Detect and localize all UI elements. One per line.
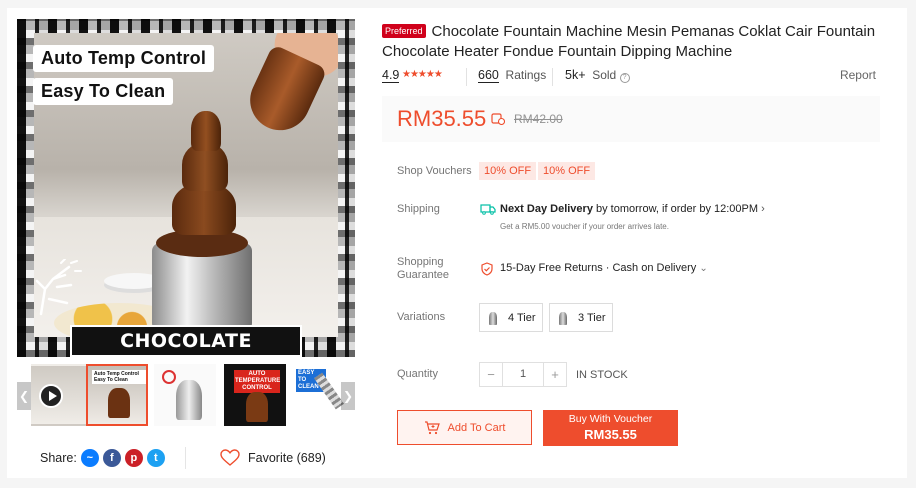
buy-with-voucher-button[interactable]: Buy With Voucher RM35.55 (543, 410, 678, 446)
label-guarantee: Shopping Guarantee (397, 256, 449, 281)
voucher-chip-2[interactable]: 10% OFF (538, 162, 596, 180)
share-row: Share: ~ f p t (40, 449, 165, 467)
snap-hand-icon (35, 259, 82, 316)
ratings-count[interactable]: 660 Ratings (478, 68, 546, 83)
add-to-cart-button[interactable]: Add To Cart (397, 410, 532, 445)
label-variations: Variations (397, 311, 446, 323)
divider (185, 447, 186, 469)
thumbnail-3[interactable]: AUTO TEMPERATURE CONTROL (224, 364, 286, 426)
thumbnail-video[interactable] (31, 364, 93, 426)
main-product-image[interactable]: Auto Temp Control Easy To Clean CHOCOLAT… (17, 19, 355, 357)
product-title: Preferred Chocolate Fountain Machine Mesi… (382, 22, 892, 62)
shipping-info[interactable]: Next Day Delivery by tomorrow, if order … (500, 203, 765, 215)
report-link[interactable]: Report (840, 68, 876, 82)
current-price: RM35.55 (397, 106, 487, 131)
chevron-right-icon: › (761, 203, 765, 215)
shield-icon (481, 262, 493, 276)
thumbnail-1[interactable]: Auto Temp Control Easy To Clean (86, 364, 148, 426)
facebook-icon[interactable]: f (102, 449, 121, 467)
label-quantity: Quantity (397, 368, 438, 380)
price-box: RM35.55 RM42.00 (382, 96, 880, 142)
rating-stars-icon: ★★★★★ (402, 69, 443, 80)
heart-icon (220, 449, 240, 466)
pinterest-icon[interactable]: p (124, 449, 143, 467)
chevron-down-icon: ⌄ (699, 263, 708, 274)
cart-icon (424, 420, 440, 434)
messenger-icon[interactable]: ~ (80, 449, 99, 467)
shipping-note: Get a RM5.00 voucher if your order arriv… (500, 222, 669, 231)
rating-value[interactable]: 4.9 (382, 68, 400, 83)
guarantee-info[interactable]: 15-Day Free Returns · Cash on Delivery ⌄ (500, 262, 708, 274)
product-stats: 4.9 ★★★★★ 660 Ratings 5k+ Sold ? Report (382, 68, 876, 86)
share-label: Share: (40, 451, 77, 465)
quantity-stepper: − 1 + (479, 362, 567, 387)
thumb-next-arrow[interactable]: ❯ (341, 382, 355, 410)
quantity-plus-button[interactable]: + (544, 363, 566, 386)
quantity-minus-button[interactable]: − (480, 363, 502, 386)
label-shipping: Shipping (397, 203, 440, 215)
image-tag-auto-temp: Auto Temp Control (33, 45, 215, 72)
price-info-icon[interactable] (491, 113, 505, 125)
preferred-badge: Preferred (382, 24, 426, 38)
twitter-icon[interactable]: t (146, 449, 165, 467)
variation-thumb (554, 309, 572, 327)
label-shop-vouchers: Shop Vouchers (397, 165, 472, 177)
stock-status: IN STOCK (576, 369, 628, 381)
favorite-label: Favorite (689) (248, 451, 326, 465)
variation-3-tier[interactable]: 3 Tier (549, 303, 613, 332)
variation-thumb (484, 309, 502, 327)
product-title-text: Chocolate Fountain Machine Mesin Pemanas… (382, 23, 876, 60)
thumbnail-2[interactable] (154, 364, 216, 426)
thumb-prev-arrow[interactable]: ❮ (17, 382, 31, 410)
info-icon[interactable]: ? (619, 73, 630, 83)
favorite-button[interactable]: Favorite (689) (220, 449, 326, 467)
image-banner: CHOCOLATE FONDUE (70, 325, 302, 357)
truck-icon (480, 204, 496, 215)
quantity-input[interactable]: 1 (502, 363, 544, 386)
thumbnail-strip: ❮ Auto Temp Control Easy To Clean AUTO T… (17, 362, 355, 428)
play-icon (39, 384, 63, 408)
image-tag-easy-clean: Easy To Clean (33, 78, 174, 105)
sold-count: 5k+ Sold ? (565, 68, 630, 83)
original-price: RM42.00 (514, 112, 563, 126)
variation-4-tier[interactable]: 4 Tier (479, 303, 543, 332)
voucher-chip-1[interactable]: 10% OFF (479, 162, 537, 180)
